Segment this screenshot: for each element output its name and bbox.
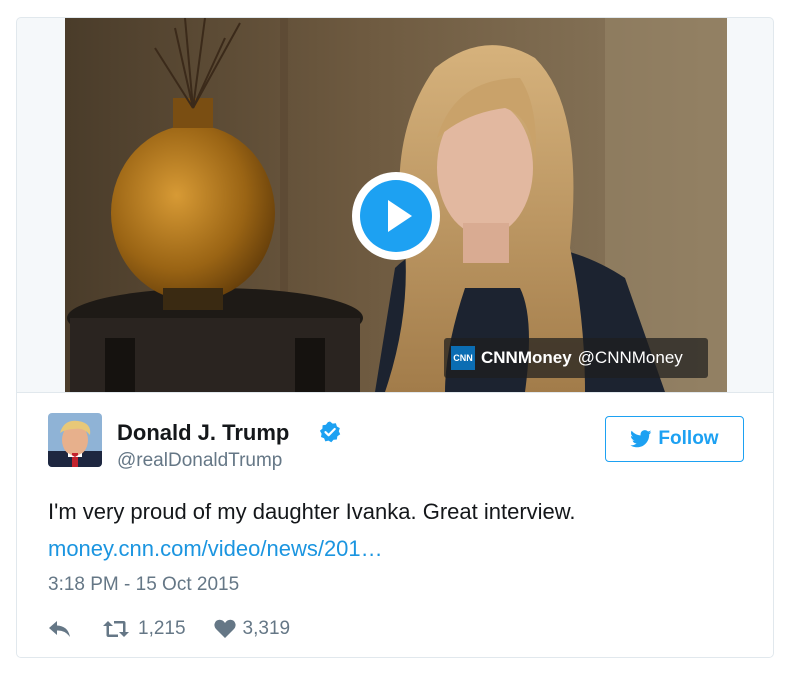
verified-badge-icon bbox=[319, 421, 341, 443]
tweet-timestamp[interactable]: 3:18 PM - 15 Oct 2015 bbox=[48, 574, 239, 596]
follow-label: Follow bbox=[658, 428, 719, 449]
tweet-actions: 1,215 3,319 bbox=[48, 615, 290, 643]
source-name: CNNMoney bbox=[481, 348, 572, 367]
follow-button[interactable]: Follow bbox=[605, 416, 744, 462]
heart-icon bbox=[213, 619, 236, 638]
retweet-icon bbox=[103, 621, 129, 637]
tweet-body: Donald J. Trump @realDonaldTrump Follow … bbox=[17, 392, 773, 657]
tweet-card: CNN CNNMoney @CNNMoney Donald J. Trump @… bbox=[16, 17, 774, 658]
play-button[interactable] bbox=[352, 172, 440, 260]
avatar[interactable] bbox=[48, 413, 102, 467]
source-handle: @CNNMoney bbox=[577, 348, 683, 367]
twitter-bird-icon bbox=[630, 430, 652, 448]
reply-button[interactable] bbox=[48, 620, 72, 638]
author-name[interactable]: Donald J. Trump bbox=[117, 420, 289, 446]
like-count: 3,319 bbox=[242, 618, 291, 639]
video-thumbnail[interactable]: CNN CNNMoney @CNNMoney bbox=[65, 18, 727, 392]
reply-icon bbox=[49, 621, 70, 637]
video-source-badge[interactable]: CNN CNNMoney @CNNMoney bbox=[444, 338, 708, 378]
retweet-count: 1,215 bbox=[138, 618, 186, 639]
author-handle[interactable]: @realDonaldTrump bbox=[117, 450, 282, 472]
play-icon bbox=[388, 200, 412, 232]
retweet-button[interactable]: 1,215 bbox=[102, 618, 186, 640]
tweet-text: I'm very proud of my daughter Ivanka. Gr… bbox=[48, 499, 576, 524]
like-button[interactable]: 3,319 bbox=[213, 618, 291, 640]
tweet-link[interactable]: money.cnn.com/video/news/201… bbox=[48, 536, 383, 562]
profile-photo-icon bbox=[48, 413, 102, 467]
cnn-logo-icon: CNN bbox=[451, 346, 475, 370]
